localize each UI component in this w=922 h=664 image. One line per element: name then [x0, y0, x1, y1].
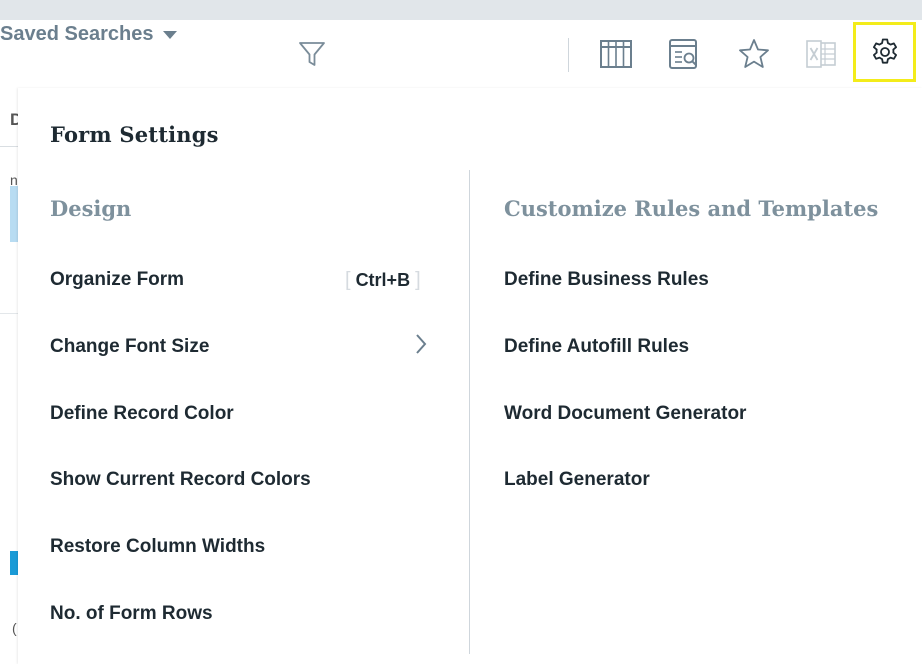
excel-icon[interactable]: [803, 36, 839, 72]
menu-item-show-current-record-colors[interactable]: Show Current Record Colors: [50, 465, 430, 495]
columns-icon[interactable]: [598, 36, 634, 72]
report-preview-icon[interactable]: [666, 36, 702, 72]
menu-item-label: Define Business Rules: [504, 269, 709, 290]
design-heading: Design: [50, 196, 132, 221]
form-settings-menu: Form Settings Design Customize Rules and…: [18, 88, 922, 664]
top-strip: [0, 0, 922, 20]
menu-item-label: Show Current Record Colors: [50, 469, 311, 490]
column-divider: [469, 170, 470, 654]
toolbar-divider: [568, 38, 569, 72]
background-text-fragment: (: [12, 620, 17, 636]
menu-item-word-document-generator[interactable]: Word Document Generator: [504, 399, 884, 429]
bracket-right-icon: ]: [415, 268, 421, 291]
menu-item-change-font-size[interactable]: Change Font Size: [50, 332, 430, 362]
menu-item-no-of-form-rows[interactable]: No. of Form Rows: [50, 599, 430, 629]
star-icon[interactable]: [736, 36, 772, 72]
menu-item-label: Label Generator: [504, 469, 650, 490]
menu-item-define-record-color[interactable]: Define Record Color: [50, 399, 430, 429]
menu-item-restore-column-widths[interactable]: Restore Column Widths: [50, 532, 430, 562]
menu-item-label-generator[interactable]: Label Generator: [504, 465, 884, 495]
toolbar: Saved Searches: [0, 20, 922, 88]
shortcut-badge: [ Ctrl+B ]: [340, 265, 426, 295]
background-accent: [10, 551, 18, 575]
saved-searches-label: Saved Searches: [0, 22, 154, 45]
background-text-fragment: D: [10, 110, 18, 129]
menu-item-label: Change Font Size: [50, 336, 210, 357]
customize-heading: Customize Rules and Templates: [504, 196, 879, 221]
background-selected-row: [10, 186, 18, 242]
menu-item-label: Word Document Generator: [504, 403, 747, 424]
background-divider: [0, 146, 18, 147]
shortcut-text: Ctrl+B: [355, 269, 411, 290]
menu-item-label: No. of Form Rows: [50, 603, 213, 624]
menu-item-define-autofill-rules[interactable]: Define Autofill Rules: [504, 332, 884, 362]
bracket-left-icon: [: [345, 268, 351, 291]
background-divider: [0, 313, 18, 314]
menu-item-label: Define Record Color: [50, 403, 234, 424]
filter-icon[interactable]: [295, 37, 329, 71]
gear-icon[interactable]: [853, 22, 916, 82]
menu-item-label: Organize Form: [50, 269, 185, 290]
menu-item-label: Restore Column Widths: [50, 536, 266, 557]
menu-item-define-business-rules[interactable]: Define Business Rules: [504, 265, 884, 295]
background-form-edge: D n (: [0, 88, 18, 664]
menu-item-label: Define Autofill Rules: [504, 336, 690, 357]
saved-searches-dropdown[interactable]: Saved Searches: [0, 20, 922, 48]
menu-title: Form Settings: [50, 122, 219, 147]
caret-down-icon: [163, 31, 178, 39]
chevron-right-icon: [410, 331, 432, 357]
